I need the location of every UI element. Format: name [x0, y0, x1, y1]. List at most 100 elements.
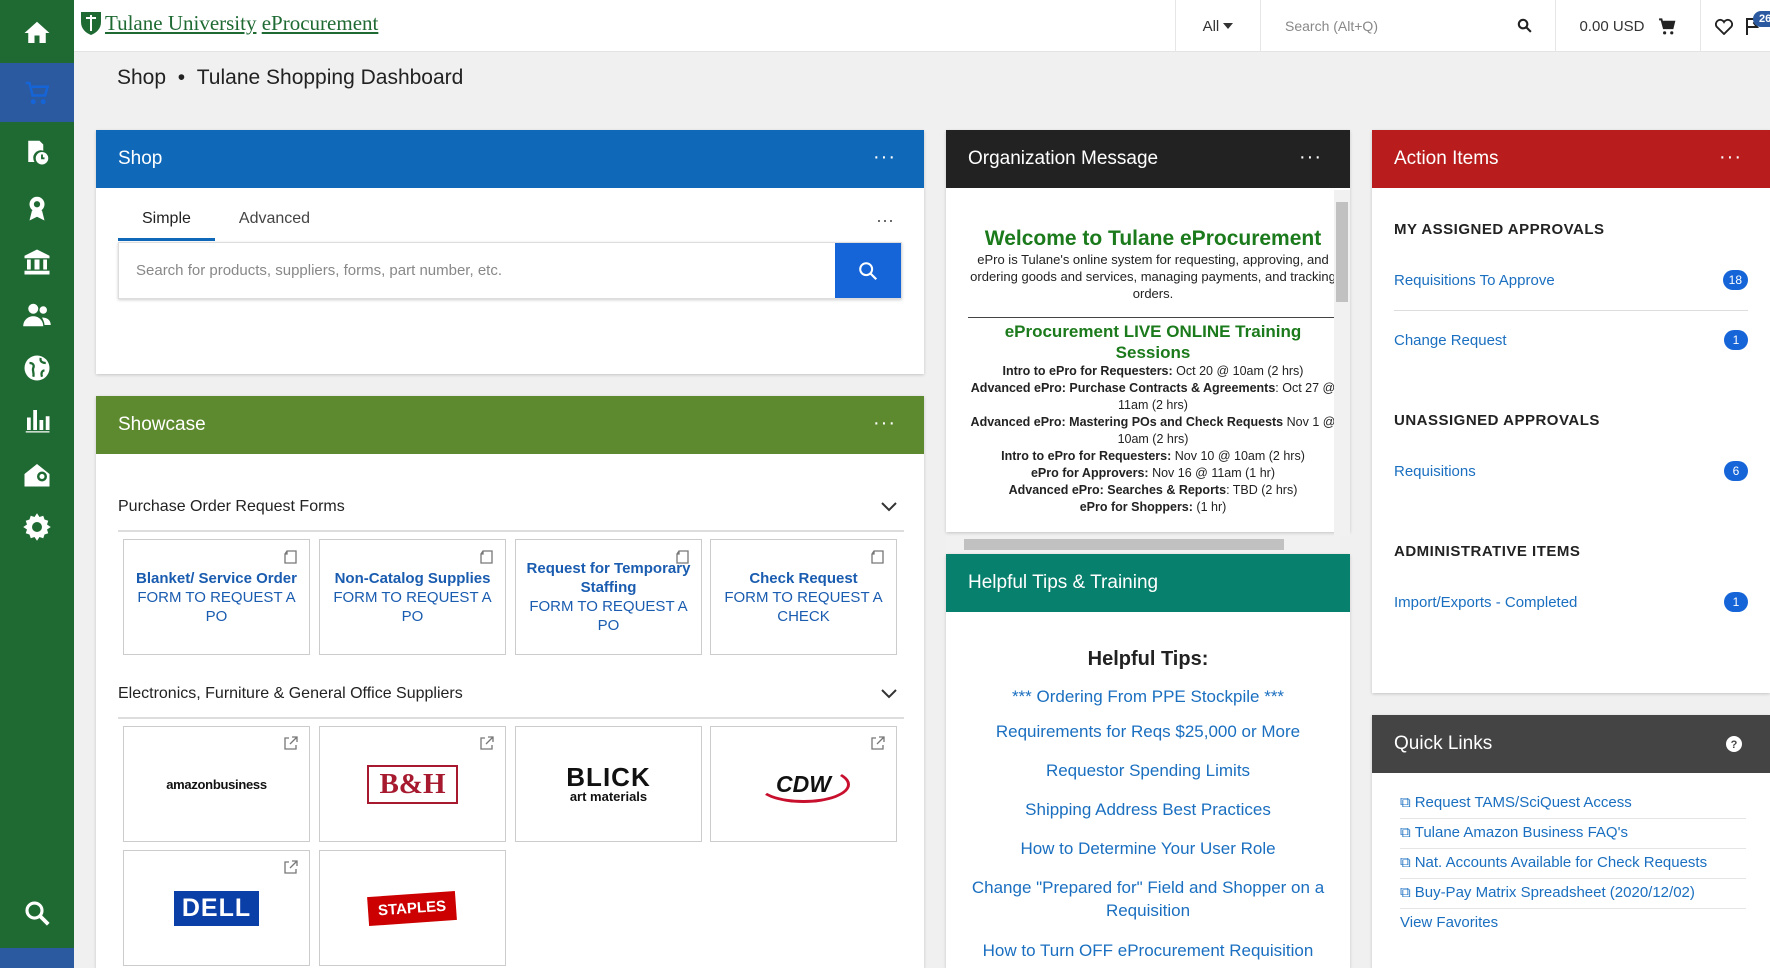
search-scope-dropdown[interactable]: All	[1175, 0, 1260, 52]
tab-simple[interactable]: Simple	[118, 210, 215, 241]
cart-icon[interactable]	[0, 63, 74, 122]
quick-links-header: Quick Links ?	[1372, 715, 1770, 773]
showcase-panel: Showcase ··· Purchase Order Request Forms…	[96, 396, 924, 968]
chevron-down-icon[interactable]	[880, 498, 898, 516]
org-panel-header: Organization Message ···	[946, 130, 1350, 188]
requisitions-link[interactable]: Requisitions 6	[1394, 461, 1748, 481]
chevron-down-icon[interactable]	[880, 685, 898, 703]
product-search-input[interactable]: Search for products, suppliers, forms, p…	[118, 242, 902, 299]
tip-link[interactable]: Shipping Address Best Practices	[964, 798, 1332, 821]
bar-chart-icon[interactable]	[0, 390, 74, 449]
quick-link[interactable]: ⧉ Buy-Pay Matrix Spreadsheet (2020/12/02)	[1400, 884, 1746, 909]
my-assigned-approvals-heading: MY ASSIGNED APPROVALS	[1394, 221, 1605, 238]
more-icon[interactable]: ···	[1299, 146, 1322, 169]
form-subtitle: FORM TO REQUEST A PO	[137, 588, 296, 625]
home-icon[interactable]	[0, 3, 74, 62]
page-title: Tulane Shopping Dashboard	[196, 66, 464, 89]
scrollbar-thumb[interactable]	[1336, 202, 1348, 302]
external-link-icon: ⧉	[1400, 824, 1411, 841]
form-title: Blanket/ Service Order	[136, 569, 297, 587]
showcase-panel-title: Showcase	[118, 414, 206, 435]
shop-panel: Shop ··· Simple Advanced ··· Search for p…	[96, 130, 924, 374]
gear-icon[interactable]	[0, 497, 74, 556]
tip-link[interactable]: Change "Prepared for" Field and Shopper …	[964, 876, 1332, 922]
building-icon[interactable]	[0, 444, 74, 503]
horizontal-scrollbar[interactable]	[946, 536, 1340, 552]
more-icon[interactable]: ···	[876, 210, 894, 231]
session-item: Intro to ePro for Requesters: Nov 10 @ 1…	[1001, 449, 1305, 463]
requisitions-to-approve-link[interactable]: Requisitions To Approve 18	[1394, 270, 1748, 290]
more-icon[interactable]: ···	[1719, 146, 1742, 169]
session-item: Advanced ePro: Mastering POs and Check R…	[970, 415, 1336, 446]
shop-panel-header: Shop ···	[96, 130, 924, 188]
form-subtitle: FORM TO REQUEST A PO	[333, 588, 492, 625]
supplier-cdw[interactable]: CDW	[710, 726, 897, 842]
tip-link[interactable]: *** Ordering From PPE Stockpile ***	[964, 685, 1332, 708]
quick-link[interactable]: ⧉ Tulane Amazon Business FAQ's	[1400, 824, 1746, 849]
divider	[1394, 310, 1748, 311]
quick-link-label: Nat. Accounts Available for Check Reques…	[1414, 854, 1708, 871]
bank-icon[interactable]	[0, 232, 74, 291]
search-icon[interactable]	[0, 878, 74, 948]
section-po-forms[interactable]: Purchase Order Request Forms	[118, 498, 904, 532]
breadcrumb-root[interactable]: Shop	[117, 66, 166, 89]
product-search-button[interactable]	[835, 243, 901, 298]
import-exports-link[interactable]: Import/Exports - Completed 1	[1394, 592, 1748, 612]
shop-panel-title: Shop	[118, 148, 163, 169]
dell-logo: DELL	[173, 890, 260, 926]
view-favorites-link[interactable]: View Favorites	[1400, 914, 1746, 938]
tip-link[interactable]: How to Turn OFF eProcurement Requisition	[964, 939, 1332, 962]
award-icon[interactable]	[0, 178, 74, 237]
section-suppliers-title: Electronics, Furniture & General Office …	[118, 685, 463, 702]
tip-link[interactable]: How to Determine Your User Role	[964, 837, 1332, 860]
tip-link[interactable]: Requestor Spending Limits	[964, 759, 1332, 782]
section-po-forms-title: Purchase Order Request Forms	[118, 498, 345, 515]
logo[interactable]: Tulane University eProcurement	[80, 10, 378, 36]
form-card-temp-staffing[interactable]: Request for Temporary Staffing FORM TO R…	[515, 539, 702, 655]
session-item: Advanced ePro: Searches & Reports: TBD (…	[1008, 483, 1298, 497]
welcome-text: ePro is Tulane's online system for reque…	[970, 252, 1336, 301]
vertical-scrollbar[interactable]	[1334, 190, 1350, 536]
global-search-input[interactable]: Search (Alt+Q)	[1260, 0, 1555, 52]
blick-logo: BLICK	[566, 761, 651, 792]
tab-advanced[interactable]: Advanced	[215, 210, 334, 241]
count-badge: 18	[1722, 270, 1748, 290]
cart-button[interactable]: 0.00 USD	[1555, 0, 1700, 52]
form-card-check-request[interactable]: Check Request FORM TO REQUEST A CHECK	[710, 539, 897, 655]
documents-clock-icon[interactable]	[0, 122, 74, 181]
breadcrumb-separator: •	[177, 66, 186, 89]
session-item: ePro for Approvers: Nov 16 @ 11am (1 hr)	[1030, 466, 1276, 480]
breadcrumb: Shop • Tulane Shopping Dashboard	[117, 66, 463, 90]
logo-subtext: eProcurement	[261, 10, 379, 35]
supplier-blick[interactable]: BLICK art materials	[515, 726, 702, 842]
quick-link[interactable]: ⧉ Request TAMS/SciQuest Access	[1400, 794, 1746, 819]
more-icon[interactable]: ···	[873, 412, 896, 435]
scrollbar-thumb[interactable]	[964, 539, 1284, 550]
form-title: Request for Temporary Staffing	[526, 560, 691, 596]
tip-link[interactable]: Requirements for Reqs $25,000 or More	[964, 720, 1332, 743]
staples-logo: STAPLES	[367, 890, 458, 926]
users-icon[interactable]	[0, 285, 74, 344]
help-icon[interactable]: ?	[1726, 736, 1742, 752]
bh-logo: B&H	[367, 764, 458, 804]
top-bar: Tulane University eProcurement All Searc…	[74, 0, 1770, 52]
action-items-header: Action Items ···	[1372, 130, 1770, 188]
left-nav	[0, 0, 74, 968]
view-favorites-label: View Favorites	[1400, 914, 1499, 931]
form-card-blanket[interactable]: Blanket/ Service Order FORM TO REQUEST A…	[123, 539, 310, 655]
external-link-icon	[871, 736, 885, 750]
form-card-noncatalog[interactable]: Non-Catalog Supplies FORM TO REQUEST A P…	[319, 539, 506, 655]
supplier-staples[interactable]: STAPLES	[319, 850, 506, 966]
supplier-bh[interactable]: B&H	[319, 726, 506, 842]
quick-link[interactable]: ⧉ Nat. Accounts Available for Check Reque…	[1400, 854, 1746, 879]
heart-icon[interactable]	[1715, 18, 1733, 35]
change-request-link[interactable]: Change Request 1	[1394, 330, 1748, 350]
supplier-dell[interactable]: DELL	[123, 850, 310, 966]
count-badge: 1	[1724, 330, 1748, 350]
section-suppliers[interactable]: Electronics, Furniture & General Office …	[118, 685, 904, 719]
more-icon[interactable]: ···	[873, 146, 896, 169]
search-icon[interactable]	[1516, 17, 1533, 34]
globe-icon[interactable]	[0, 338, 74, 397]
supplier-amazon[interactable]: amazonbusiness	[123, 726, 310, 842]
flag-badge: 26	[1753, 11, 1770, 27]
